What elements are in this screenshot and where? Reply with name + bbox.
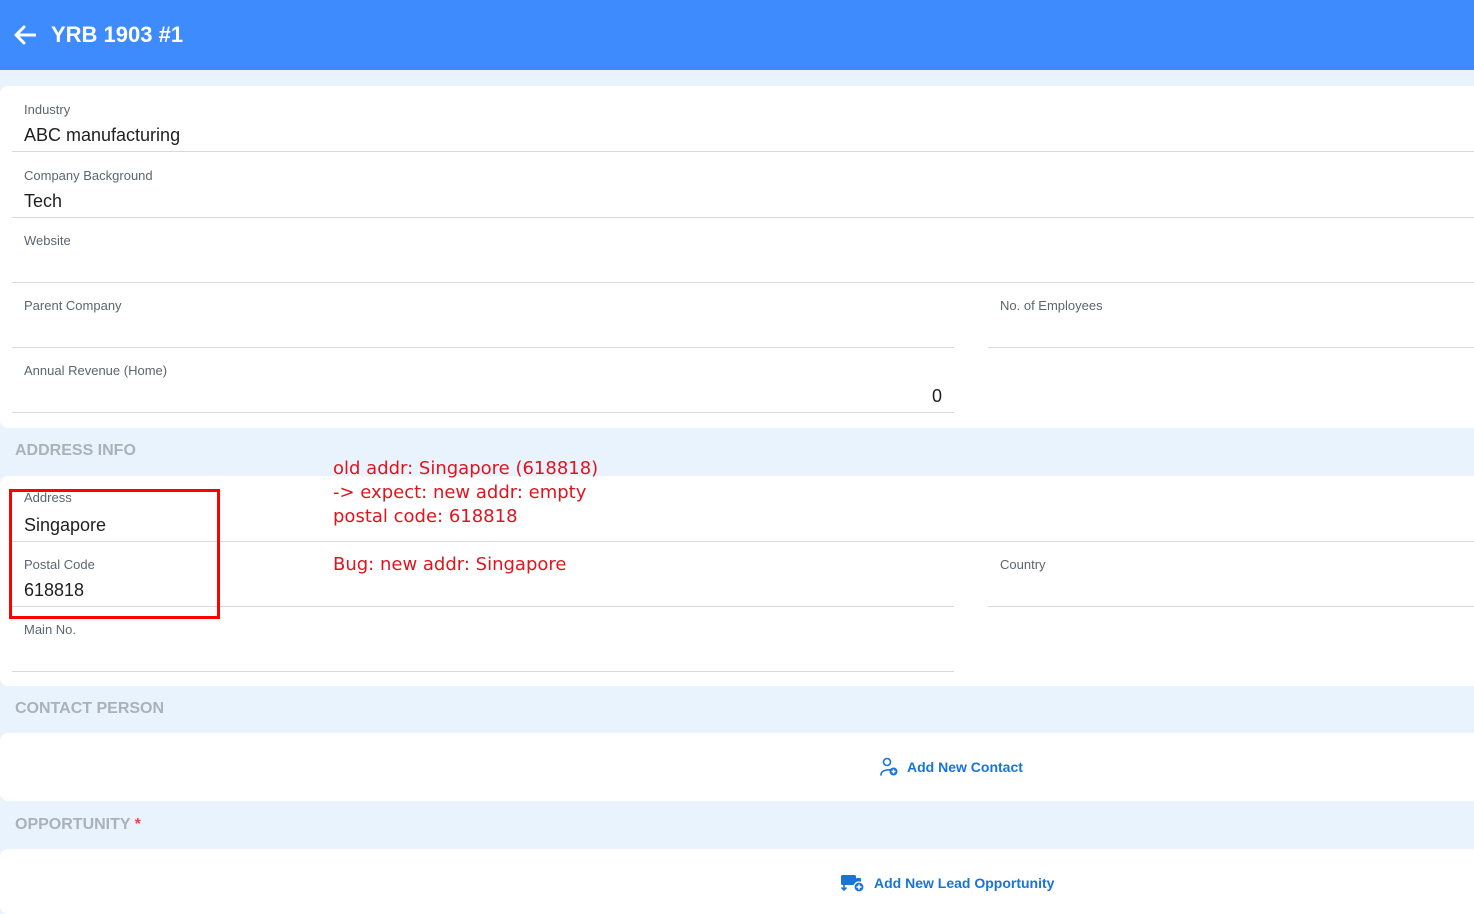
company-info-card: Industry ABC manufacturing Company Backg… [0,86,1474,428]
employees-label: No. of Employees [1000,298,1103,313]
annual-revenue-label: Annual Revenue (Home) [24,363,168,378]
company-background-field[interactable]: Company Background Tech [12,152,1474,218]
add-contact-icon [880,757,898,776]
company-background-label: Company Background [24,168,153,183]
annual-revenue-value: 0 [931,386,942,406]
arrow-left-icon [14,25,36,45]
company-background-value: Tech [24,191,63,211]
address-info-heading: ADDRESS INFO [15,442,136,459]
annotation-line-1: old addr: Singapore (618818) [333,458,599,479]
address-value: Singapore [24,515,107,535]
postal-code-label: Postal Code [24,557,95,572]
industry-field[interactable]: Industry ABC manufacturing [12,86,1474,152]
annotation-line-3: postal code: 618818 [333,506,518,527]
contact-person-heading: CONTACT PERSON [15,700,165,717]
address-field[interactable]: Address Singapore [12,476,1474,542]
main-no-label: Main No. [24,622,77,637]
add-new-lead-opportunity-label: Add New Lead Opportunity [874,875,1055,891]
address-info-card: Address Singapore Postal Code 618818 Cou… [0,476,1474,686]
annual-revenue-field[interactable]: Annual Revenue (Home) 0 [12,347,954,413]
opportunity-card: Add New Lead Opportunity [0,849,1474,914]
parent-company-label: Parent Company [24,298,122,313]
website-label: Website [24,233,71,248]
website-field[interactable]: Website [12,217,1474,283]
postal-code-value: 618818 [24,580,85,600]
annotation-line-2: -> expect: new addr: empty [333,482,587,503]
contact-person-card: Add New Contact [0,733,1474,801]
add-new-contact-label: Add New Contact [907,759,1023,775]
parent-company-field[interactable]: Parent Company [12,282,954,348]
add-opportunity-icon [841,875,865,893]
page-title: YRB 1903 #1 [51,22,184,47]
opportunity-heading: OPPORTUNITY * [15,815,141,835]
back-button[interactable] [12,22,38,48]
country-field[interactable]: Country [988,541,1474,607]
industry-value: ABC manufacturing [24,125,181,145]
employees-field[interactable]: No. of Employees [988,282,1474,348]
industry-label: Industry [24,102,71,117]
main-no-field[interactable]: Main No. [12,606,954,672]
address-label: Address [24,490,72,505]
add-new-lead-opportunity-button[interactable]: Add New Lead Opportunity [840,873,1054,893]
country-label: Country [1000,557,1046,572]
app-header: YRB 1903 #1 [0,0,1474,70]
add-new-contact-button[interactable]: Add New Contact [879,757,1023,777]
annotation-line-4: Bug: new addr: Singapore [333,554,567,575]
opportunity-heading-text: OPPORTUNITY [15,816,131,833]
required-mark: * [134,816,141,833]
